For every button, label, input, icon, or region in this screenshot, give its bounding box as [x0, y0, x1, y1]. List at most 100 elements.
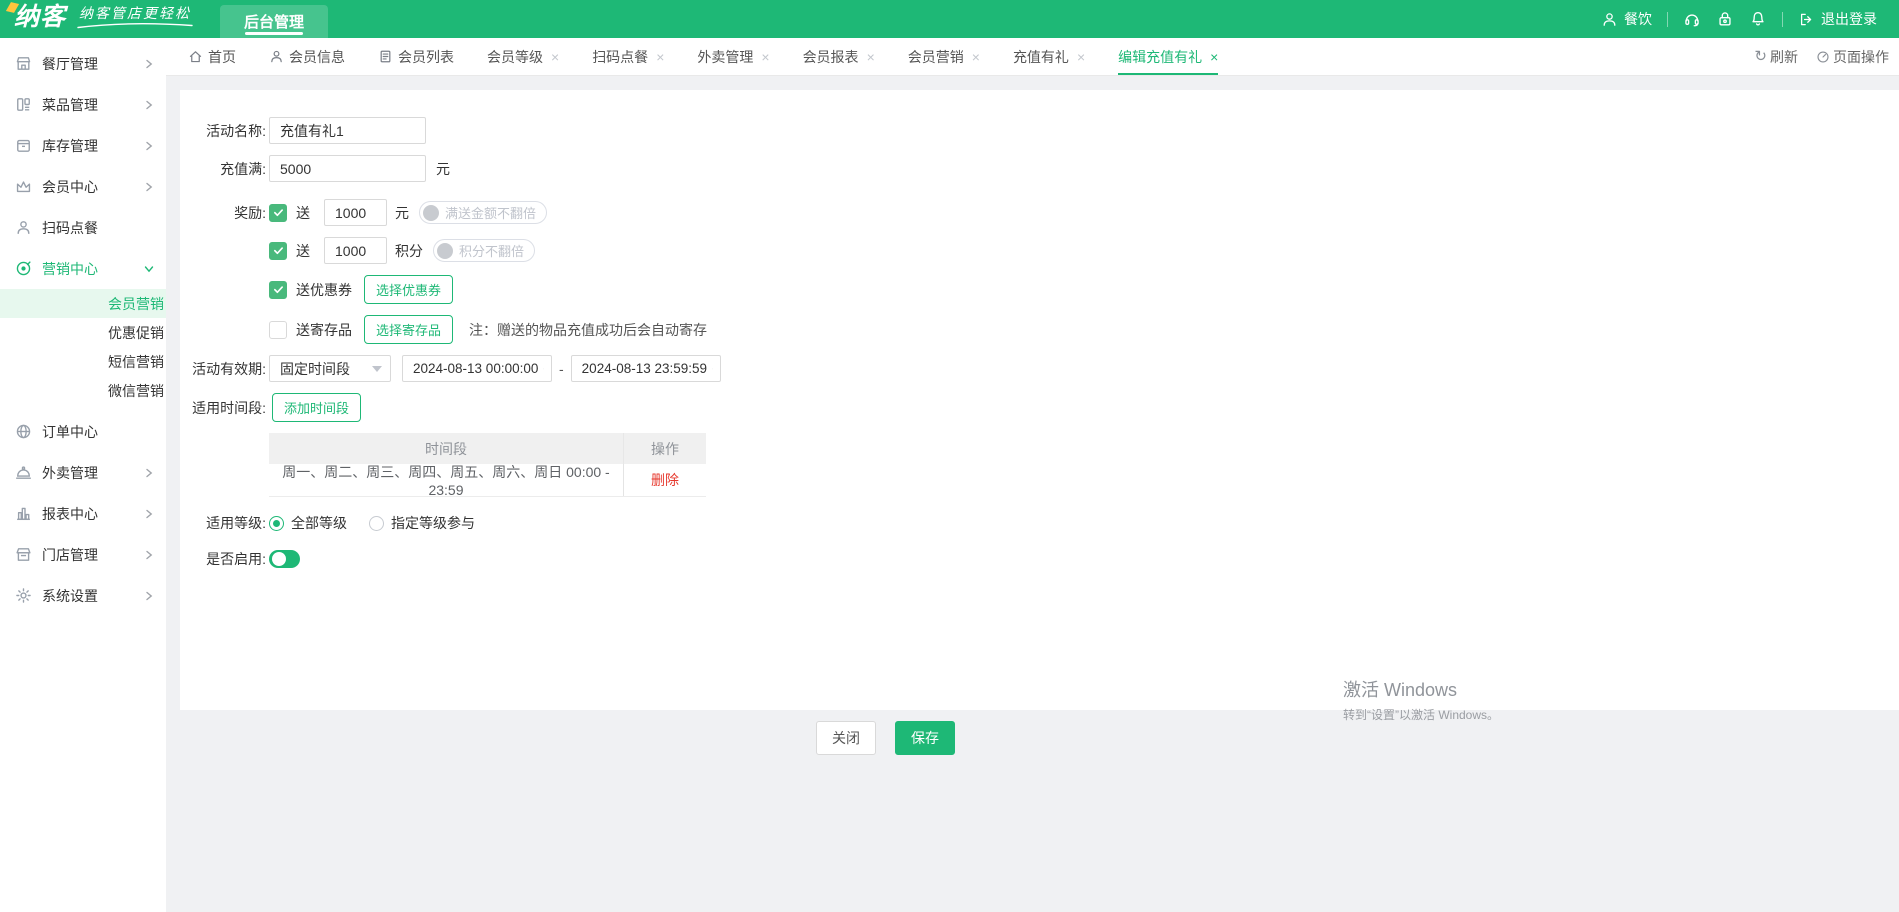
sidebar-item-marketing-center[interactable]: 营销中心: [0, 248, 166, 289]
page-operations-button[interactable]: 页面操作: [1816, 47, 1889, 67]
chevron-right-icon: [144, 59, 154, 69]
tab-member-level[interactable]: 会员等级 ×: [487, 38, 559, 75]
tab-edit-recharge-gift[interactable]: 编辑充值有礼 ×: [1118, 38, 1218, 75]
sidebar-item-reports[interactable]: 报表中心: [0, 493, 166, 534]
tab-recharge-gift[interactable]: 充值有礼 ×: [1013, 38, 1085, 75]
level-specific-label: 指定等级参与: [391, 513, 475, 533]
bell-icon[interactable]: [1749, 10, 1767, 28]
chevron-right-icon: [144, 468, 154, 478]
select-coupon-button[interactable]: 选择优惠券: [364, 275, 453, 304]
page-operations-label: 页面操作: [1833, 47, 1889, 67]
close-button[interactable]: 关闭: [816, 721, 876, 755]
sidebar-item-inventory[interactable]: 库存管理: [0, 125, 166, 166]
app-header: 纳客 纳客管店更轻松 后台管理 餐饮 退出登录: [0, 0, 1899, 38]
no-multiply-points-toggle[interactable]: 积分不翻倍: [433, 239, 535, 262]
close-icon[interactable]: ×: [761, 49, 769, 65]
nav-tab-backend[interactable]: 后台管理: [220, 5, 328, 38]
tab-member-report[interactable]: 会员报表 ×: [803, 38, 875, 75]
sidebar-item-member-center[interactable]: 会员中心: [0, 166, 166, 207]
toggle-dot: [423, 205, 439, 221]
sidebar-subitem-label: 微信营销: [108, 381, 164, 401]
headset-icon[interactable]: [1683, 10, 1701, 28]
close-icon[interactable]: ×: [867, 49, 875, 65]
enable-row: 是否启用:: [180, 549, 1899, 569]
save-button[interactable]: 保存: [895, 721, 955, 755]
content-card: 活动名称: 充值满: 元 奖励:: [180, 90, 1899, 710]
table-row: 周一、周二、周三、周四、周五、周六、周日 00:00 - 23:59 删除: [269, 464, 706, 497]
validity-type-select[interactable]: 固定时间段: [269, 355, 391, 382]
current-user[interactable]: 餐饮: [1601, 9, 1652, 29]
no-multiply-amount-label: 满送金额不翻倍: [445, 203, 536, 222]
give-amount-input[interactable]: [324, 199, 387, 226]
logo: 纳客 纳客管店更轻松: [0, 0, 194, 38]
lock-icon[interactable]: [1716, 10, 1734, 28]
globe-icon: [15, 423, 32, 440]
tab-member-marketing[interactable]: 会员营销 ×: [908, 38, 980, 75]
date-end-input[interactable]: 2024-08-13 23:59:59: [571, 355, 721, 382]
tab-scan-order[interactable]: 扫码点餐 ×: [592, 38, 664, 75]
box-icon: [15, 137, 32, 154]
chevron-right-icon: [144, 509, 154, 519]
sidebar-subitem-wechat-marketing[interactable]: 微信营销: [0, 376, 166, 405]
delete-link[interactable]: 删除: [651, 470, 679, 490]
sidebar-item-label: 报表中心: [42, 504, 144, 524]
select-deposit-button[interactable]: 选择寄存品: [364, 315, 453, 344]
sidebar-item-label: 菜品管理: [42, 95, 144, 115]
tab-label: 充值有礼: [1013, 47, 1069, 67]
chevron-right-icon: [144, 591, 154, 601]
close-icon[interactable]: ×: [1077, 49, 1085, 65]
shop-icon: [15, 546, 32, 563]
give-coupon-checkbox[interactable]: [269, 281, 287, 299]
date-separator: -: [559, 361, 564, 377]
sidebar-item-scan-order[interactable]: 扫码点餐: [0, 207, 166, 248]
close-icon[interactable]: ×: [1210, 49, 1218, 65]
tab-label: 首页: [208, 47, 236, 67]
sidebar-item-order-center[interactable]: 订单中心: [0, 411, 166, 452]
logout-label: 退出登录: [1821, 9, 1877, 29]
sidebar-subitem-member-marketing[interactable]: 会员营销: [0, 289, 166, 318]
dashboard-icon: [1816, 50, 1830, 64]
yuan-unit: 元: [436, 159, 450, 179]
tab-takeout[interactable]: 外卖管理 ×: [697, 38, 769, 75]
give-points-checkbox[interactable]: [269, 242, 287, 260]
tab-member-list[interactable]: 会员列表: [378, 38, 454, 75]
refresh-button[interactable]: ↻ 刷新: [1754, 47, 1798, 67]
tab-label: 编辑充值有礼: [1118, 47, 1202, 67]
logout-button[interactable]: 退出登录: [1798, 9, 1877, 29]
logo-tagline-text: 纳客管店更轻松: [79, 5, 191, 22]
level-row: 适用等级: 全部等级 指定等级参与: [180, 513, 1899, 533]
activity-name-input[interactable]: [269, 117, 426, 144]
period-table-header: 时间段 操作: [269, 433, 706, 464]
no-multiply-amount-toggle[interactable]: 满送金额不翻倍: [419, 201, 547, 224]
enable-toggle[interactable]: [269, 550, 300, 568]
close-icon[interactable]: ×: [551, 49, 559, 65]
period-row: 适用时间段: 添加时间段: [180, 393, 1899, 422]
sidebar-item-dishes[interactable]: 菜品管理: [0, 84, 166, 125]
sidebar-subitem-promo[interactable]: 优惠促销: [0, 318, 166, 347]
close-icon[interactable]: ×: [972, 49, 980, 65]
sidebar-subitem-sms-marketing[interactable]: 短信营销: [0, 347, 166, 376]
sidebar-item-restaurant[interactable]: 餐厅管理: [0, 43, 166, 84]
crown-icon: [15, 178, 32, 195]
date-start-value: 2024-08-13 00:00:00: [413, 361, 538, 376]
close-icon[interactable]: ×: [656, 49, 664, 65]
sidebar-item-stores[interactable]: 门店管理: [0, 534, 166, 575]
give-amount-checkbox[interactable]: [269, 204, 287, 222]
reward-deposit-row: 送寄存品 选择寄存品 注：赠送的物品充值成功后会自动寄存: [180, 315, 1899, 344]
sidebar-item-settings[interactable]: 系统设置: [0, 575, 166, 616]
level-specific-radio[interactable]: [369, 516, 384, 531]
tab-bar: 首页 会员信息 会员列表 会员等级 × 扫码点餐 ×: [166, 38, 1899, 76]
date-start-input[interactable]: 2024-08-13 00:00:00: [402, 355, 552, 382]
give-deposit-checkbox[interactable]: [269, 321, 287, 339]
sidebar-item-takeout[interactable]: 外卖管理: [0, 452, 166, 493]
tab-home[interactable]: 首页: [188, 38, 236, 75]
period-cell: 周一、周二、周三、周四、周五、周六、周日 00:00 - 23:59: [269, 462, 623, 498]
level-all-radio[interactable]: [269, 516, 284, 531]
home-icon: [188, 49, 203, 64]
add-period-button[interactable]: 添加时间段: [272, 393, 361, 422]
tabbar-actions: ↻ 刷新 页面操作: [1754, 47, 1889, 67]
give-points-input[interactable]: [324, 237, 387, 264]
recharge-amount-input[interactable]: [269, 155, 426, 182]
tab-member-info[interactable]: 会员信息: [269, 38, 345, 75]
recharge-gift-form: 活动名称: 充值满: 元 奖励:: [180, 90, 1899, 569]
